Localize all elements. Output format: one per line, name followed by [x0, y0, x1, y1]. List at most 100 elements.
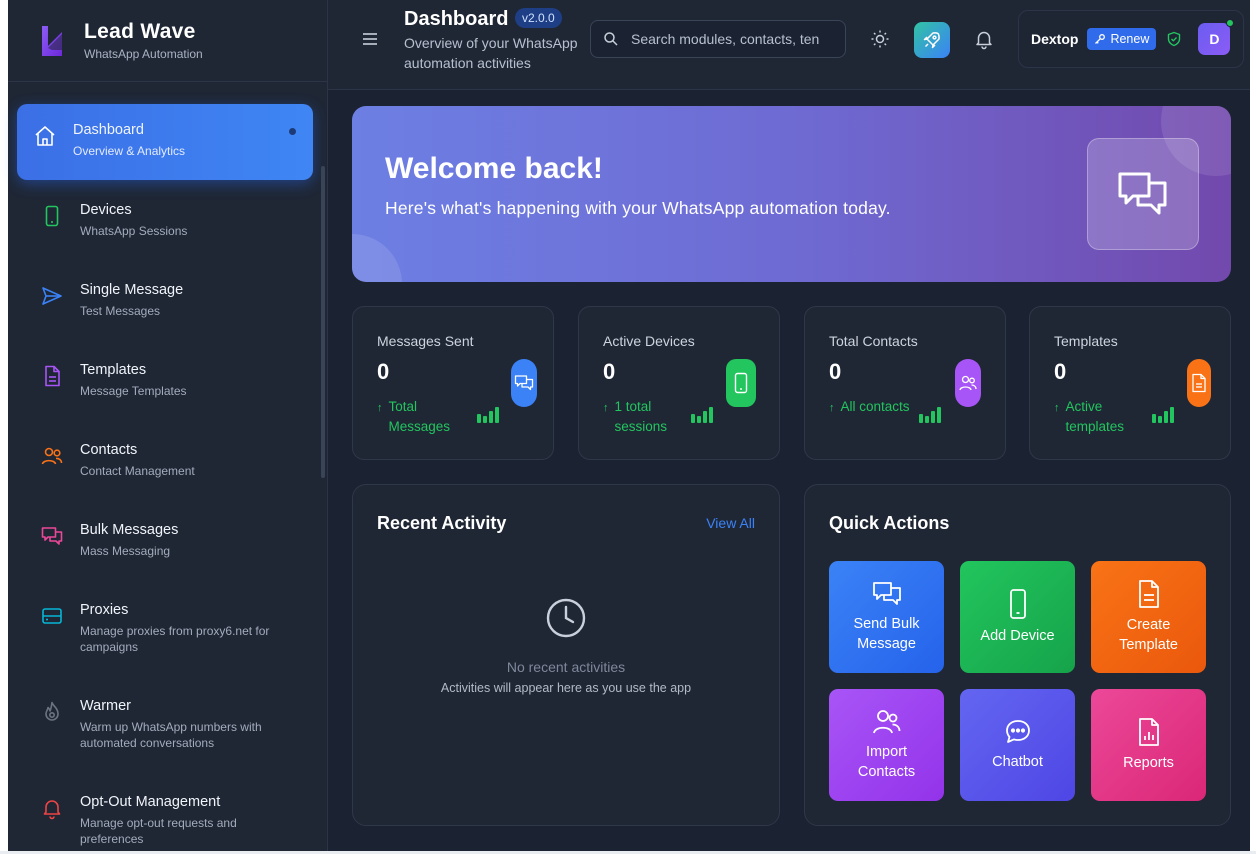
stat-title: Messages Sent: [377, 333, 474, 349]
users-icon: [872, 710, 900, 734]
signal-bars-icon: [919, 407, 941, 423]
avatar[interactable]: D: [1198, 19, 1235, 55]
quick-actions-title: Quick Actions: [829, 513, 950, 533]
server-icon: [42, 608, 62, 624]
stat-note-text: 1 total sessions: [614, 399, 668, 434]
welcome-banner: Welcome back! Here's what's happening wi…: [352, 106, 1231, 282]
empty-state-subtitle: Activities will appear here as you use t…: [440, 681, 692, 695]
signal-bars-icon: [691, 407, 713, 423]
phone-icon: [45, 205, 59, 227]
key-icon: [1095, 34, 1106, 44]
sidebar-item-sub: Test Messages: [80, 304, 161, 318]
sidebar-item-sub: WhatsApp Sessions: [80, 224, 188, 238]
import-contacts-button[interactable]: Import Contacts: [829, 689, 944, 801]
stat-note-text: Active templates: [1065, 399, 1125, 434]
stat-icon-badge: [726, 359, 756, 407]
sidebar-item-dashboard[interactable]: Dashboard Overview & Analytics: [17, 104, 313, 180]
stat-card-devices: Active Devices 0 ↑ 1 total sessions: [578, 306, 780, 460]
sidebar-item-sub: Mass Messaging: [80, 544, 171, 558]
sidebar-item-sub: Manage opt-out requests and preferences: [80, 816, 237, 846]
sidebar-item-devices[interactable]: Devices WhatsApp Sessions: [8, 192, 327, 272]
top-header: Dashboard v2.0.0 Overview of your WhatsA…: [328, 0, 1250, 90]
decorative-circle: [352, 234, 402, 282]
user-name: Dextop: [1031, 31, 1079, 47]
menu-icon[interactable]: [360, 30, 380, 48]
document-icon: [45, 365, 60, 387]
sidebar-scrollbar[interactable]: [321, 166, 325, 478]
chat-bubbles-icon: [872, 582, 901, 605]
send-bulk-message-button[interactable]: Send Bulk Message: [829, 561, 944, 673]
user-menu[interactable]: Dextop Renew D: [1018, 10, 1244, 68]
online-status-dot: [1226, 19, 1235, 27]
signal-bars-icon: [477, 407, 499, 423]
stat-note: ↑ Total Messages: [377, 397, 461, 437]
chat-bubbles-icon: [514, 375, 534, 391]
trend-up-icon: ↑: [1054, 402, 1060, 414]
search-icon: [604, 32, 618, 46]
trend-up-icon: ↑: [829, 402, 835, 414]
sidebar-item-templates[interactable]: Templates Message Templates: [8, 352, 327, 432]
stat-card-messages: Messages Sent 0 ↑ Total Messages: [352, 306, 554, 460]
quick-action-label: Send Bulk Message: [853, 616, 920, 652]
sidebar-item-label: Bulk Messages: [80, 522, 179, 538]
send-icon: [42, 287, 62, 305]
sidebar-item-label: Templates: [80, 362, 147, 378]
sidebar-item-bulk-messages[interactable]: Bulk Messages Mass Messaging: [8, 512, 327, 592]
sidebar-item-sub: Warm up WhatsApp numbers with automated …: [80, 720, 262, 750]
signal-bars-icon: [1152, 407, 1174, 423]
renew-button[interactable]: Renew: [1087, 28, 1157, 50]
phone-icon: [1009, 589, 1026, 619]
stat-card-contacts: Total Contacts 0 ↑ All contacts: [804, 306, 1006, 460]
users-icon: [959, 375, 977, 391]
sidebar-item-opt-out[interactable]: Opt-Out Management Manage opt-out reques…: [8, 784, 327, 854]
create-template-button[interactable]: Create Template: [1091, 561, 1206, 673]
sidebar-item-label: Single Message: [80, 282, 184, 298]
welcome-title: Welcome back!: [385, 152, 603, 185]
sidebar-item-single-message[interactable]: Single Message Test Messages: [8, 272, 327, 352]
home-icon: [35, 126, 55, 146]
stat-value: 0: [603, 359, 616, 384]
sidebar-item-label: Devices: [80, 202, 132, 218]
stat-value: 0: [829, 359, 842, 384]
quick-action-label: Chatbot: [992, 754, 1043, 770]
empty-state-title: No recent activities: [506, 659, 626, 675]
sidebar-item-warmer[interactable]: Warmer Warm up WhatsApp numbers with aut…: [8, 688, 327, 784]
version-badge: v2.0.0: [515, 8, 562, 28]
sun-icon[interactable]: [869, 28, 891, 50]
view-all-link[interactable]: View All: [706, 515, 755, 531]
sidebar-item-sub: Message Templates: [80, 384, 187, 398]
quick-actions-panel: Quick Actions Send Bulk Message Add Devi…: [804, 484, 1231, 826]
rocket-button[interactable]: [914, 22, 950, 58]
recent-activity-panel: Recent Activity View All No recent activ…: [352, 484, 780, 826]
stat-value: 0: [377, 359, 390, 384]
rocket-icon: [923, 32, 940, 49]
sidebar-item-label: Contacts: [80, 442, 138, 458]
logo-icon: [42, 25, 62, 56]
stat-value: 0: [1054, 359, 1067, 384]
chat-bubbles-icon: [41, 527, 63, 545]
welcome-badge: [1087, 138, 1199, 250]
search-input[interactable]: [631, 31, 831, 47]
stat-icon-badge: [511, 359, 537, 407]
recent-activity-title: Recent Activity: [377, 513, 507, 533]
search-box[interactable]: [590, 20, 846, 58]
sidebar-item-contacts[interactable]: Contacts Contact Management: [8, 432, 327, 512]
stat-card-templates: Templates 0 ↑ Active templates: [1029, 306, 1231, 460]
clock-icon: [546, 598, 586, 638]
sidebar-item-sub: Contact Management: [80, 464, 195, 478]
document-icon: [1138, 580, 1159, 608]
stat-note: ↑ Active templates: [1054, 397, 1138, 437]
window-edge: [1250, 0, 1256, 854]
reports-button[interactable]: Reports: [1091, 689, 1206, 801]
page-subtitle: Overview of your WhatsApp automation act…: [404, 35, 578, 71]
sidebar-item-proxies[interactable]: Proxies Manage proxies from proxy6.net f…: [8, 592, 327, 688]
stat-note: ↑ All contacts: [829, 397, 913, 418]
add-device-button[interactable]: Add Device: [960, 561, 1075, 673]
chatbot-button[interactable]: Chatbot: [960, 689, 1075, 801]
quick-action-label: Add Device: [980, 628, 1055, 644]
trend-up-icon: ↑: [603, 402, 609, 414]
sidebar-item-sub: Overview & Analytics: [73, 144, 186, 158]
notification-bell-icon[interactable]: [973, 28, 995, 50]
stat-title: Total Contacts: [829, 333, 918, 349]
phone-icon: [734, 372, 748, 394]
